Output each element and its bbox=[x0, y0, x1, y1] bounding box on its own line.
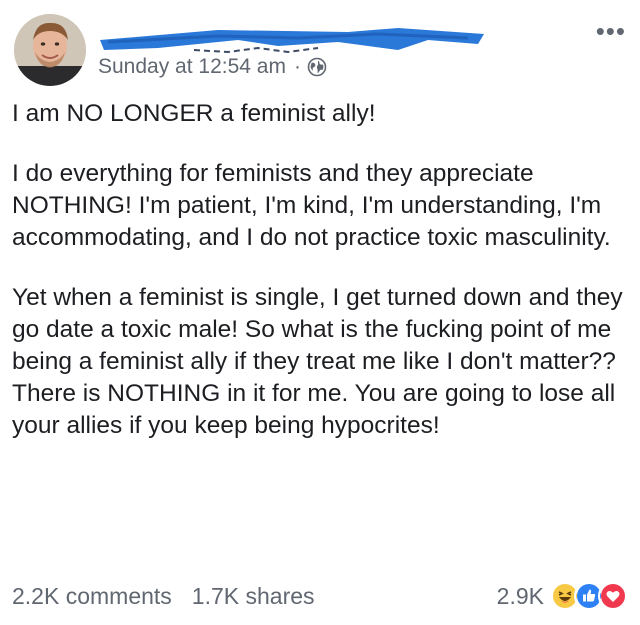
shares-count-link[interactable]: 1.7K shares bbox=[192, 583, 315, 610]
post-paragraph: I do everything for feminists and they a… bbox=[12, 160, 611, 251]
facebook-post: Sunday at 12:54 am · ••• I am NO LONGER … bbox=[0, 0, 640, 625]
post-body: I am NO LONGER a feminist ally! I do eve… bbox=[12, 98, 636, 470]
post-timestamp[interactable]: Sunday at 12:54 am bbox=[98, 56, 286, 77]
reaction-icons[interactable] bbox=[550, 581, 628, 611]
post-header: Sunday at 12:54 am · ••• bbox=[14, 12, 626, 92]
post-paragraph: I am NO LONGER a feminist ally! bbox=[12, 100, 376, 127]
author-name-redacted bbox=[100, 28, 484, 54]
more-options-button[interactable]: ••• bbox=[596, 18, 626, 44]
author-avatar[interactable] bbox=[14, 14, 86, 86]
meta-separator: · bbox=[293, 55, 301, 78]
globe-icon[interactable] bbox=[307, 57, 327, 77]
post-paragraph: Yet when a feminist is single, I get tur… bbox=[12, 284, 623, 439]
reactions-count[interactable]: 2.9K bbox=[497, 583, 544, 610]
comments-count-link[interactable]: 2.2K comments bbox=[12, 583, 172, 610]
avatar-image bbox=[14, 14, 86, 86]
love-icon bbox=[598, 581, 628, 611]
post-footer: 2.2K comments 1.7K shares 2.9K bbox=[12, 578, 628, 614]
post-meta: Sunday at 12:54 am · bbox=[98, 56, 327, 77]
